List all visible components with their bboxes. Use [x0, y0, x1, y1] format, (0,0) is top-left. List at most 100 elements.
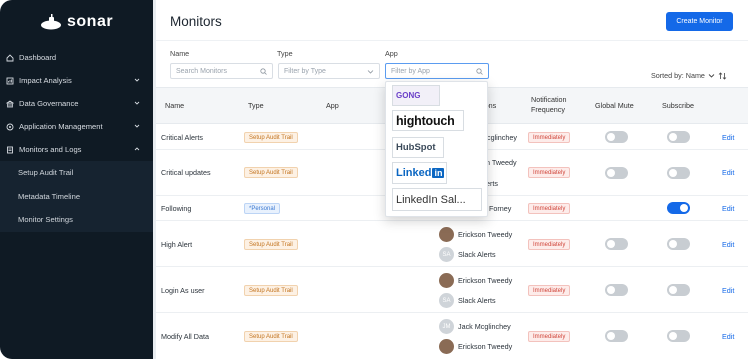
- sidebar-item-data-governance[interactable]: Data Governance: [0, 92, 153, 115]
- recipient-name: Erickson Tweedy: [458, 342, 513, 351]
- subscribe-toggle[interactable]: [667, 131, 690, 143]
- global-mute-toggle[interactable]: [605, 131, 628, 143]
- chevron-down-icon: [134, 124, 140, 128]
- create-monitor-button[interactable]: Create Monitor: [666, 12, 733, 31]
- sidebar-item-application-management[interactable]: Application Management: [0, 115, 153, 138]
- avatar: [439, 273, 454, 288]
- avatar: SA: [439, 293, 454, 308]
- search-icon: [476, 68, 483, 75]
- type-placeholder: Filter by Type: [284, 67, 326, 75]
- monitor-name: Critical Alerts: [161, 133, 203, 142]
- edit-link[interactable]: Edit: [722, 286, 734, 295]
- page-title: Monitors: [170, 14, 222, 29]
- global-mute-toggle[interactable]: [605, 167, 628, 179]
- column-header-type[interactable]: Type: [248, 101, 264, 111]
- sidebar-subitem-monitor-settings[interactable]: Monitor Settings: [0, 208, 153, 232]
- frequency-badge: Immediately: [528, 239, 571, 250]
- column-header-global-mute[interactable]: Global Mute: [595, 101, 634, 111]
- edit-link[interactable]: Edit: [722, 168, 734, 177]
- linkedin-logo-mark: in: [432, 168, 445, 178]
- main-content: Monitors Create Monitor Name Search Moni…: [156, 0, 748, 359]
- type-filter-select[interactable]: Filter by Type: [278, 63, 380, 79]
- global-mute-toggle[interactable]: [605, 330, 628, 342]
- edit-link[interactable]: Edit: [722, 332, 734, 341]
- table-row[interactable]: Login As user Setup Audit Trail Erickson…: [156, 267, 748, 313]
- table-row[interactable]: High Alert Setup Audit Trail Erickson Tw…: [156, 221, 748, 267]
- recipient-name: Slack Alerts: [458, 296, 496, 305]
- search-placeholder: Search Monitors: [176, 67, 227, 75]
- sidebar-item-label: Application Management: [19, 122, 103, 131]
- bank-icon: [6, 100, 14, 108]
- subscribe-toggle[interactable]: [667, 284, 690, 296]
- avatar: [439, 339, 454, 354]
- monitor-name: Login As user: [161, 286, 205, 295]
- monitor-name: Following: [161, 204, 192, 213]
- column-header-frequency[interactable]: Notification Frequency: [531, 95, 567, 115]
- edit-link[interactable]: Edit: [722, 204, 734, 213]
- recipient-name: Forney: [489, 204, 512, 213]
- subscribe-toggle[interactable]: [667, 202, 690, 214]
- column-header-subscribe[interactable]: Subscribe: [662, 101, 694, 111]
- sidebar-item-impact-analysis[interactable]: Impact Analysis: [0, 69, 153, 92]
- app-window: sonar Dashboard Impact Analysis Data Gov…: [0, 0, 748, 359]
- column-header-name[interactable]: Name: [165, 101, 184, 111]
- app-option-label: hightouch: [396, 113, 455, 128]
- frequency-badge: Immediately: [528, 285, 571, 296]
- app-filter-label: App: [385, 49, 398, 58]
- frequency-badge: Immediately: [528, 167, 571, 178]
- sidebar-item-label: Dashboard: [19, 53, 57, 62]
- frequency-badge: Immediately: [528, 331, 571, 342]
- type-badge: Setup Audit Trail: [244, 167, 298, 178]
- avatar: SA: [439, 247, 454, 262]
- recipient-name: Jack Mcglinchey: [458, 322, 511, 331]
- chevron-down-icon: [708, 73, 715, 78]
- chevron-down-icon: [367, 70, 374, 74]
- sort-order-icon[interactable]: [718, 71, 727, 80]
- chart-icon: [6, 77, 14, 85]
- monitor-name: High Alert: [161, 240, 193, 249]
- app-option-label: LinkedIn Sal...: [396, 193, 466, 206]
- sidebar-nav: Dashboard Impact Analysis Data Governanc…: [0, 46, 153, 232]
- search-monitors-input[interactable]: Search Monitors: [170, 63, 273, 79]
- app-option-linkedin[interactable]: Linked in: [392, 162, 447, 184]
- monitor-name: Modify All Data: [161, 332, 209, 341]
- chevron-down-icon: [134, 101, 140, 105]
- subscribe-toggle[interactable]: [667, 330, 690, 342]
- subscribe-toggle[interactable]: [667, 238, 690, 250]
- search-icon: [260, 68, 267, 75]
- subscribe-toggle[interactable]: [667, 167, 690, 179]
- sidebar-subitem-setup-audit-trail[interactable]: Setup Audit Trail: [0, 161, 153, 185]
- avatar: [439, 227, 454, 242]
- sidebar-subitem-metadata-timeline[interactable]: Metadata Timeline: [0, 185, 153, 209]
- app-option-linkedin-sales[interactable]: LinkedIn Sal...: [392, 188, 482, 211]
- sidebar-item-label: Monitors and Logs: [19, 145, 82, 154]
- column-header-app[interactable]: App: [326, 101, 339, 111]
- app-filter-input[interactable]: Filter by App: [385, 63, 489, 79]
- chevron-up-icon: [134, 147, 140, 151]
- global-mute-toggle[interactable]: [605, 238, 628, 250]
- app-option-label: Linked: [396, 167, 432, 179]
- avatar: JM: [439, 319, 454, 334]
- submarine-icon: [41, 14, 61, 30]
- sidebar-item-label: Impact Analysis: [19, 76, 72, 85]
- recipient: SA Slack Alerts: [439, 247, 496, 262]
- app-option-hightouch[interactable]: hightouch: [392, 110, 464, 131]
- recipient: JM Jack Mcglinchey: [439, 319, 511, 334]
- brand-logo[interactable]: sonar: [40, 13, 113, 31]
- sidebar-item-label: Data Governance: [19, 99, 79, 108]
- edit-link[interactable]: Edit: [722, 133, 734, 142]
- sidebar-item-monitors-and-logs[interactable]: Monitors and Logs: [0, 138, 153, 161]
- sidebar-item-dashboard[interactable]: Dashboard: [0, 46, 153, 69]
- recipient-name: n Tweedy: [486, 158, 517, 167]
- table-row[interactable]: Modify All Data Setup Audit Trail JM Jac…: [156, 313, 748, 359]
- header-divider: [156, 40, 748, 41]
- sort-control[interactable]: Sorted by: Name: [651, 71, 727, 80]
- app-option-hubspot[interactable]: HubSpot: [392, 137, 444, 158]
- sidebar: sonar Dashboard Impact Analysis Data Gov…: [0, 0, 153, 359]
- edit-link[interactable]: Edit: [722, 240, 734, 249]
- global-mute-toggle[interactable]: [605, 284, 628, 296]
- app-option-label: HubSpot: [396, 142, 436, 153]
- type-badge: Setup Audit Trail: [244, 285, 298, 296]
- app-option-gong[interactable]: GONG: [392, 85, 440, 106]
- sidebar-submenu: Setup Audit Trail Metadata Timeline Moni…: [0, 161, 153, 232]
